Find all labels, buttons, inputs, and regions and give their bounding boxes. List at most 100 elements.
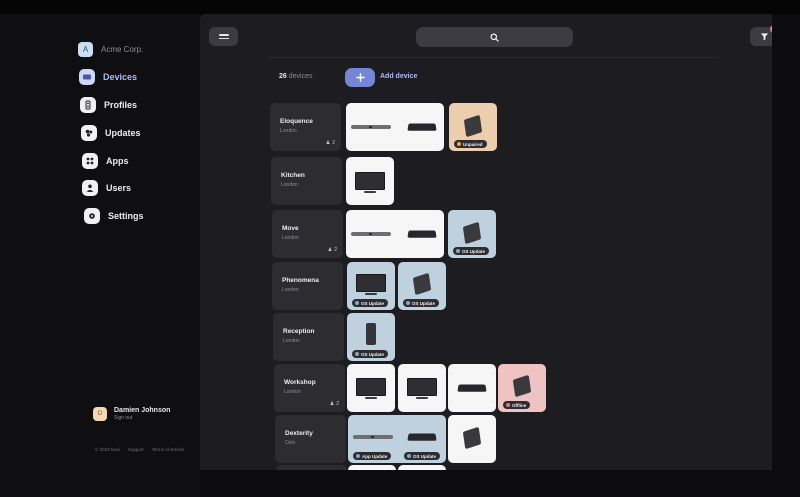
people-count: ♟ 2 bbox=[329, 401, 339, 407]
device-card[interactable]: OS Update bbox=[347, 313, 395, 361]
filter-icon bbox=[760, 33, 769, 41]
status-badge: Offline bbox=[503, 401, 531, 409]
user-profile: D Damien Johnson Sign out bbox=[93, 407, 170, 421]
sidebar-item-devices[interactable]: Devices bbox=[79, 68, 137, 86]
tablet-device bbox=[462, 426, 482, 450]
device-card[interactable]: OS Update bbox=[398, 262, 446, 310]
location-name: Eloquence bbox=[280, 118, 313, 125]
display-device bbox=[356, 378, 386, 399]
sidebar-item-users[interactable]: Users bbox=[82, 179, 131, 197]
device-card[interactable] bbox=[346, 103, 444, 151]
device-card[interactable] bbox=[398, 465, 446, 470]
search-icon bbox=[490, 32, 499, 42]
location-card[interactable]: Move London ♟ 2 bbox=[272, 210, 343, 258]
location-card[interactable]: Kitchen London bbox=[271, 157, 342, 205]
location-name: Kitchen bbox=[281, 172, 305, 179]
location-card[interactable]: Reception London bbox=[273, 313, 344, 361]
org-switcher[interactable]: A Acme Corp. bbox=[78, 42, 143, 57]
devices-icon bbox=[79, 69, 95, 85]
display-device bbox=[407, 378, 437, 399]
status-badge: OS Update bbox=[352, 299, 389, 307]
sidebar-item-profiles[interactable]: Profiles bbox=[80, 96, 137, 114]
search-bar[interactable] bbox=[416, 27, 573, 47]
device-card[interactable]: App Update OS Update bbox=[348, 415, 446, 463]
device-count: 26 devices bbox=[279, 73, 312, 80]
tablet-device bbox=[512, 374, 532, 398]
filter-count-badge: 10 bbox=[770, 25, 772, 33]
location-city: London bbox=[282, 287, 299, 293]
sidebar-item-label: Devices bbox=[103, 72, 138, 82]
support-link[interactable]: Support bbox=[128, 447, 144, 452]
add-device-label[interactable]: Add device bbox=[380, 73, 417, 80]
device-card[interactable] bbox=[398, 364, 446, 412]
device-card[interactable] bbox=[348, 465, 396, 470]
device-card[interactable]: OS Update bbox=[448, 210, 496, 258]
location-card[interactable] bbox=[276, 465, 347, 470]
sidebar-item-label: Updates bbox=[105, 128, 141, 138]
filter-button[interactable] bbox=[750, 27, 772, 46]
people-count: ♟ 2 bbox=[327, 247, 337, 253]
sidebar-item-updates[interactable]: Updates bbox=[81, 124, 141, 142]
location-card[interactable]: Phenomena London bbox=[272, 262, 343, 310]
location-card[interactable]: Dexterity Oslo bbox=[275, 415, 346, 463]
status-badge: OS Update bbox=[352, 350, 389, 358]
status-dot-icon bbox=[457, 142, 461, 146]
terms-link[interactable]: Terms of service bbox=[152, 447, 185, 452]
user-name: Damien Johnson bbox=[114, 407, 171, 414]
status-badge: App Update bbox=[353, 452, 392, 460]
status-dot-icon bbox=[506, 403, 510, 407]
org-avatar: A bbox=[78, 42, 93, 57]
settings-icon bbox=[84, 208, 100, 224]
tablet-device bbox=[463, 114, 483, 138]
location-city: Oslo bbox=[285, 440, 296, 446]
location-card[interactable]: Eloquence London ♟ 2 bbox=[270, 103, 341, 151]
tablet-device bbox=[412, 272, 432, 296]
header-divider bbox=[268, 57, 718, 58]
status-dot-icon bbox=[407, 454, 411, 458]
status-dot-icon bbox=[406, 301, 410, 305]
plus-icon bbox=[355, 73, 365, 82]
status-dot-icon bbox=[456, 249, 460, 253]
location-city: London bbox=[283, 338, 300, 344]
display-device bbox=[355, 172, 385, 193]
device-card[interactable] bbox=[347, 364, 395, 412]
person-icon: ♟ bbox=[327, 247, 333, 253]
device-card[interactable] bbox=[346, 157, 394, 205]
soundbar-device bbox=[351, 232, 391, 236]
device-card[interactable] bbox=[448, 364, 496, 412]
sidebar-item-settings[interactable]: Settings bbox=[84, 207, 144, 225]
avatar: D bbox=[93, 407, 107, 421]
person-icon: ♟ bbox=[329, 401, 335, 407]
device-card[interactable]: OS Update bbox=[347, 262, 395, 310]
status-badge: OS Update bbox=[403, 299, 440, 307]
sidebar-footer: © 2023 Nuvi Support Terms of service bbox=[95, 447, 184, 452]
hub-device bbox=[407, 230, 437, 238]
location-name: Move bbox=[282, 225, 299, 232]
hub-device bbox=[407, 433, 437, 441]
sidebar-item-label: Profiles bbox=[104, 100, 138, 110]
sign-out-link[interactable]: Sign out bbox=[114, 415, 170, 421]
tower-device bbox=[366, 323, 376, 345]
device-card[interactable]: Offline bbox=[498, 364, 546, 412]
status-badge: Unpaired bbox=[454, 140, 487, 148]
updates-icon bbox=[81, 125, 97, 141]
sidebar: A Acme Corp. Devices Profiles Updates Ap… bbox=[0, 14, 200, 497]
status-badge: OS Update bbox=[453, 247, 490, 255]
add-device-button[interactable] bbox=[345, 68, 375, 87]
menu-button[interactable] bbox=[209, 27, 238, 46]
people-count: ♟ 2 bbox=[325, 140, 335, 146]
hamburger-icon bbox=[218, 33, 229, 36]
device-card[interactable] bbox=[448, 415, 496, 463]
device-card[interactable]: Unpaired bbox=[449, 103, 497, 151]
main-panel: 10 26 devices Add device Eloquence Londo… bbox=[200, 14, 772, 470]
device-count-number: 26 bbox=[279, 73, 287, 80]
device-count-suffix: devices bbox=[288, 73, 313, 80]
location-name: Reception bbox=[283, 328, 315, 335]
hub-device bbox=[457, 384, 487, 392]
sidebar-item-apps[interactable]: Apps bbox=[82, 152, 129, 170]
device-card[interactable] bbox=[346, 210, 444, 258]
tablet-device bbox=[462, 221, 482, 245]
window-top-bar bbox=[0, 0, 800, 14]
location-card[interactable]: Workshop London ♟ 2 bbox=[274, 364, 345, 412]
person-icon: ♟ bbox=[325, 140, 331, 146]
